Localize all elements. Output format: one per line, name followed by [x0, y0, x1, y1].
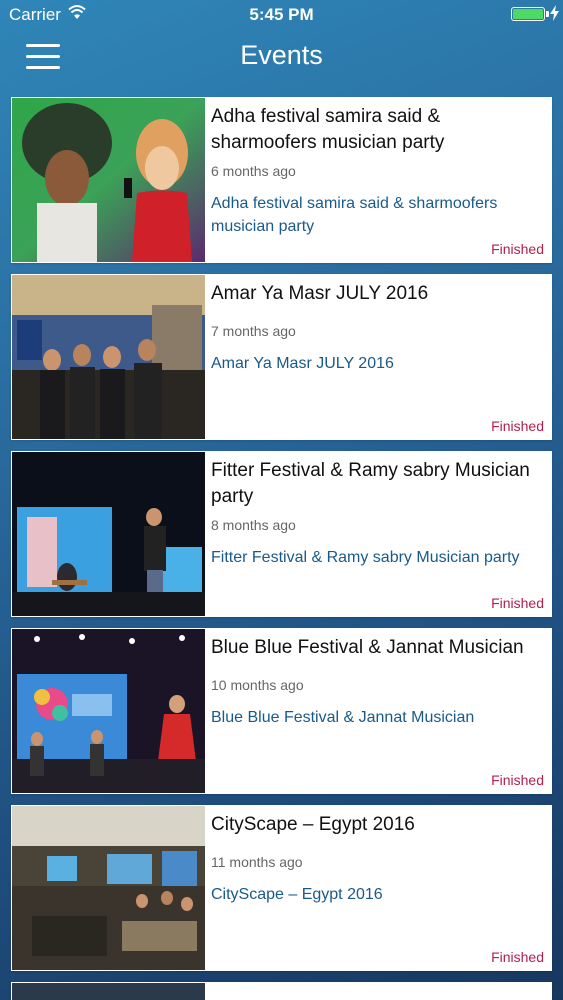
event-status: Finished [491, 418, 544, 434]
event-status: Finished [491, 949, 544, 965]
event-time-ago: 6 months ago [211, 163, 296, 179]
event-description: Blue Blue Festival & Jannat Musician [211, 709, 475, 726]
event-status: Finished [491, 241, 544, 257]
battery-tip [546, 11, 549, 17]
status-time: 5:45 PM [249, 5, 314, 24]
nav-bar: Events [0, 30, 563, 86]
event-body: Amar Ya Masr JULY 2016 7 months ago Amar… [205, 274, 552, 440]
events-list: Adha festival samira said & sharmoofers … [11, 97, 552, 1000]
event-title: Adha festival samira said & sharmoofers … [211, 106, 445, 153]
event-title: Blue Blue Festival & Jannat Musician [211, 637, 524, 658]
event-card-partial[interactable] [11, 982, 552, 1000]
event-card[interactable]: Fitter Festival & Ramy sabry Musician pa… [11, 451, 552, 617]
page-title: Events [240, 40, 323, 70]
event-card[interactable]: Amar Ya Masr JULY 2016 7 months ago Amar… [11, 274, 552, 440]
event-thumbnail [12, 806, 205, 970]
event-time-ago: 8 months ago [211, 517, 296, 533]
event-time-ago: 7 months ago [211, 323, 296, 339]
event-card[interactable]: Blue Blue Festival & Jannat Musician 10 … [11, 628, 552, 794]
event-description: Amar Ya Masr JULY 2016 [211, 355, 394, 372]
event-status: Finished [491, 772, 544, 788]
event-time-ago: 10 months ago [211, 677, 304, 693]
event-body: Fitter Festival & Ramy sabry Musician pa… [205, 451, 552, 617]
battery-icon [511, 7, 545, 21]
status-bar: Carrier 5:45 PM [0, 0, 563, 30]
event-body: Adha festival samira said & sharmoofers … [205, 97, 552, 263]
event-description: Fitter Festival & Ramy sabry Musician pa… [211, 549, 520, 566]
event-title: CityScape – Egypt 2016 [211, 814, 415, 835]
event-thumbnail [12, 452, 205, 616]
event-card[interactable]: Adha festival samira said & sharmoofers … [11, 97, 552, 263]
event-thumbnail [12, 98, 205, 262]
event-title: Fitter Festival & Ramy sabry Musician pa… [211, 460, 530, 507]
event-status: Finished [491, 595, 544, 611]
event-description: CityScape – Egypt 2016 [211, 886, 383, 903]
charging-bolt-icon [550, 5, 559, 21]
event-description: Adha festival samira said & sharmoofers … [211, 195, 498, 235]
event-body: Blue Blue Festival & Jannat Musician 10 … [205, 628, 552, 794]
event-card[interactable]: CityScape – Egypt 2016 11 months ago Cit… [11, 805, 552, 971]
event-thumbnail [12, 629, 205, 793]
event-body: CityScape – Egypt 2016 11 months ago Cit… [205, 805, 552, 971]
event-time-ago: 11 months ago [211, 854, 303, 870]
event-thumbnail [12, 275, 205, 439]
event-thumbnail [12, 983, 205, 1000]
event-title: Amar Ya Masr JULY 2016 [211, 283, 429, 304]
